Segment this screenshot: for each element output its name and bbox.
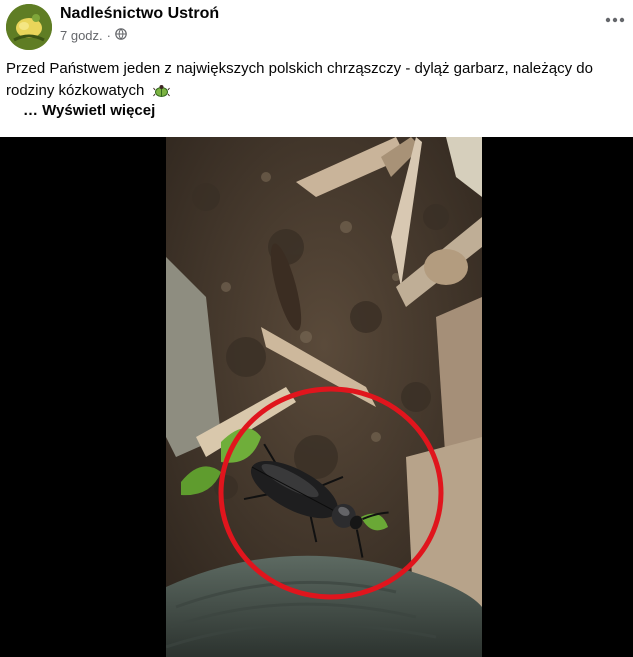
post-time[interactable]: 7 godz. (60, 28, 103, 43)
see-more-label: Wyświetl więcej (42, 102, 156, 119)
post-meta: 7 godz. · (60, 28, 127, 43)
post-text: Przed Państwem jeden z największych pols… (6, 58, 626, 105)
post-media[interactable] (0, 137, 633, 657)
more-horizontal-icon (605, 17, 625, 23)
meta-separator: · (106, 28, 111, 43)
post-body: Przed Państwem jeden z największych pols… (6, 60, 593, 99)
see-more-link[interactable]: … Wyświetl więcej (23, 102, 155, 119)
more-options-button[interactable] (603, 8, 627, 32)
avatar-logo (6, 4, 52, 50)
globe-icon[interactable] (115, 28, 127, 43)
post-header: Nadleśnictwo Ustroń 7 godz. · (0, 0, 633, 58)
page-avatar[interactable] (6, 4, 52, 50)
author-name[interactable]: Nadleśnictwo Ustroń (60, 5, 219, 23)
beetle-photo (166, 137, 482, 657)
video-thumbnail[interactable] (166, 137, 482, 657)
see-more-ellipsis: … (23, 102, 38, 119)
